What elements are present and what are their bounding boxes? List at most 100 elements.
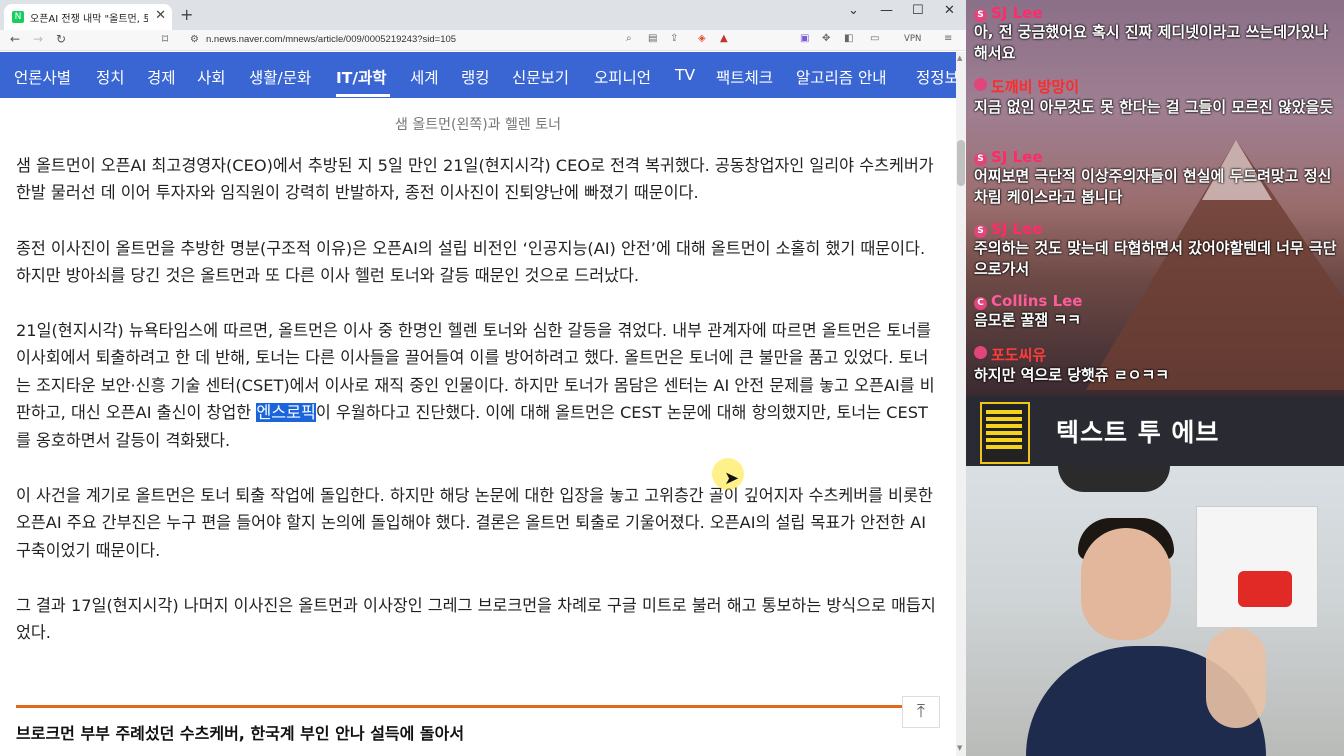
section-divider (16, 705, 902, 708)
chat-username: 도깨비 방망이 (974, 76, 1340, 97)
browser-tab[interactable]: N 오픈AI 전쟁 내막 "올트먼, 토너 … ✕ (4, 4, 172, 30)
bookmark-icon[interactable]: ⌑ (162, 32, 168, 46)
ceiling-sign (1058, 466, 1170, 492)
chat-username-text: 포도씨유 (991, 346, 1047, 364)
nav-item-life[interactable]: 생활/문화 (249, 66, 311, 88)
tab-search-icon[interactable]: ⌄ (848, 3, 859, 18)
extension-icon[interactable]: ▣ (800, 33, 809, 44)
youtube-play-button-icon (1238, 571, 1292, 607)
nav-item-ranking[interactable]: 랭킹 (461, 66, 490, 88)
paragraph-4: 이 사건을 계기로 올트먼은 토너 퇴출 작업에 돌입한다. 하지만 해당 논문… (16, 486, 933, 560)
nav-item-politics[interactable]: 정치 (96, 66, 125, 88)
paragraph-2: 종전 이사진이 올트먼을 추방한 명분(구조적 이유)은 오픈AI의 설립 비전… (16, 239, 926, 286)
zoom-icon[interactable]: ⌕ (626, 33, 632, 44)
user-avatar-icon: S (974, 153, 987, 166)
webcam-feed (966, 466, 1344, 756)
book-banner: 텍스트 투 에브 (966, 396, 1344, 466)
chat-username: S SJ Lee (974, 4, 1340, 22)
user-avatar-icon (974, 346, 987, 359)
chat-message: S SJ Lee 어찌보면 극단적 이상주의자들이 현실에 두드려맞고 정신차림 케… (974, 148, 1340, 208)
chat-text: 아, 전 궁금했어요 혹시 진짜 제디넷이라고 쓰는데가있나해서요 (974, 23, 1329, 62)
site-info-icon[interactable]: ⚙ (190, 34, 199, 45)
photo-caption: 샘 올트먼(왼쪽)과 헬렌 토너 (395, 117, 561, 133)
nav-item-economy[interactable]: 경제 (147, 66, 176, 88)
chat-text: 하지만 역으로 당햇쥬 ㄹㅇㅋㅋ (974, 366, 1170, 384)
nav-item-factcheck[interactable]: 팩트체크 (716, 66, 773, 88)
chat-username: S SJ Lee (974, 220, 1340, 238)
banner-title: 텍스트 투 에브 (1056, 418, 1220, 447)
chat-username-text: SJ Lee (991, 4, 1043, 22)
chat-username: S SJ Lee (974, 148, 1340, 166)
browser-window: N 오픈AI 전쟁 내막 "올트먼, 토너 … ✕ + ⌄ — ☐ ✕ ← → … (0, 0, 966, 756)
reload-icon[interactable]: ↻ (56, 32, 66, 46)
presenter-hand (1206, 628, 1266, 728)
nav-item-newspaper[interactable]: 신문보기 (512, 66, 569, 88)
nav-item-opinion[interactable]: 오피니언 (594, 66, 651, 88)
book-cover-icon (980, 402, 1030, 464)
nav-item-world[interactable]: 세계 (410, 66, 439, 88)
reader-icon[interactable]: ▤ (648, 33, 657, 44)
scroll-down-icon[interactable]: ▼ (957, 744, 962, 752)
paragraph-5: 그 결과 17일(현지시각) 나머지 이사진은 올트먼과 이사장인 그레그 브로… (16, 596, 936, 643)
nav-item-it-science[interactable]: IT/과학 (336, 66, 387, 88)
back-icon[interactable]: ← (10, 32, 20, 46)
nav-item-society[interactable]: 사회 (197, 66, 226, 88)
user-avatar-icon (974, 78, 987, 91)
chat-text: 지금 없인 아무것도 못 한다는 걸 그들이 모르진 않았을듯 (974, 98, 1334, 116)
paragraph-1: 샘 올트먼이 오픈AI 최고경영자(CEO)에서 추방된 지 5일 만인 21일… (16, 156, 934, 203)
new-tab-button[interactable]: + (180, 5, 193, 24)
live-chat-overlay: S SJ Lee 아, 전 궁금했어요 혹시 진짜 제디넷이라고 쓰는데가있나해서요… (966, 0, 1344, 396)
selected-text[interactable]: 엔스로픽 (256, 403, 316, 423)
chat-message: S SJ Lee 주의하는 것도 맞는데 타협하면서 갔어야할텐데 너무 극단으로가… (974, 220, 1340, 280)
chat-text: 주의하는 것도 맞는데 타협하면서 갔어야할텐데 너무 극단으로가서 (974, 239, 1337, 278)
close-window-icon[interactable]: ✕ (944, 3, 955, 18)
puzzle-icon[interactable]: ✥ (822, 33, 830, 44)
scrollbar-thumb[interactable] (957, 140, 965, 186)
mouse-cursor-icon: ➤ (724, 468, 740, 489)
close-tab-icon[interactable]: ✕ (155, 8, 166, 23)
user-avatar-icon: C (974, 297, 987, 310)
chat-message: 도깨비 방망이지금 없인 아무것도 못 한다는 걸 그들이 모르진 않았을듯 (974, 76, 1340, 118)
background-shelf (1196, 506, 1318, 628)
scroll-to-top-button[interactable]: ⤒ (902, 696, 940, 728)
address-bar-row: ← → ↻ ⌑ ⚙ n.news.naver.com/mnews/article… (0, 30, 966, 51)
tab-bar: N 오픈AI 전쟁 내막 "올트먼, 토너 … ✕ + ⌄ — ☐ ✕ (0, 0, 966, 30)
page-scrollbar[interactable]: ▲ ▼ (956, 52, 966, 756)
chat-message: 포도씨유하지만 역으로 당햇쥬 ㄹㅇㅋㅋ (974, 344, 1340, 386)
brave-shield-icon[interactable]: ◈ (698, 33, 706, 44)
user-avatar-icon: S (974, 9, 987, 22)
minimize-icon[interactable]: — (880, 3, 893, 18)
nav-item-press[interactable]: 언론사별 (14, 66, 71, 88)
share-icon[interactable]: ⇪ (670, 33, 678, 44)
subheading: 브로크먼 부부 주례섰던 수츠케버, 한국계 부인 안나 설득에 돌아서 (16, 724, 465, 743)
chat-message: C Collins Lee 음모론 꿀잼 ㅋㅋ (974, 292, 1340, 331)
tab-title: 오픈AI 전쟁 내막 "올트먼, 토너 … (30, 14, 148, 25)
chat-username-text: SJ Lee (991, 220, 1043, 238)
paragraph-3: 21일(현지시각) 뉴욕타임스에 따르면, 올트먼은 이사 중 한명인 헬렌 토… (16, 317, 941, 454)
wallet-icon[interactable]: ▭ (870, 33, 879, 44)
chat-username: C Collins Lee (974, 292, 1340, 310)
chat-username: 포도씨유 (974, 344, 1340, 365)
url-field[interactable]: n.news.naver.com/mnews/article/009/00052… (206, 34, 456, 45)
user-avatar-icon: S (974, 225, 987, 238)
naver-favicon-icon: N (12, 11, 24, 23)
chat-username-text: Collins Lee (991, 292, 1083, 310)
section-nav: 언론사별 정치 경제 사회 생활/문화 IT/과학 세계 랭킹 신문보기 오피니… (0, 52, 956, 100)
nav-item-tv[interactable]: TV (675, 66, 695, 84)
rewards-icon[interactable]: ▲ (720, 33, 728, 44)
active-tab-indicator (336, 94, 390, 97)
chat-username-text: 도깨비 방망이 (991, 78, 1080, 96)
chat-text: 어찌보면 극단적 이상주의자들이 현실에 두드려맞고 정신차림 케이스라고 봅니… (974, 167, 1332, 206)
article-body: 샘 올트먼(왼쪽)과 헬렌 토너 샘 올트먼이 오픈AI 최고경영자(CEO)에… (0, 98, 956, 756)
presenter-face (1081, 528, 1171, 640)
forward-icon[interactable]: → (33, 32, 43, 46)
maximize-icon[interactable]: ☐ (912, 3, 924, 18)
chat-username-text: SJ Lee (991, 148, 1043, 166)
nav-item-algorithm[interactable]: 알고리즘 안내 (796, 66, 887, 88)
chat-message: S SJ Lee 아, 전 궁금했어요 혹시 진짜 제디넷이라고 쓰는데가있나해서요 (974, 4, 1340, 64)
menu-icon[interactable]: ≡ (944, 33, 952, 44)
nav-item-correction[interactable]: 정정보 (916, 66, 956, 88)
sidebar-icon[interactable]: ◧ (844, 33, 853, 44)
vpn-button[interactable]: VPN (904, 34, 921, 44)
scroll-up-icon[interactable]: ▲ (957, 54, 962, 62)
